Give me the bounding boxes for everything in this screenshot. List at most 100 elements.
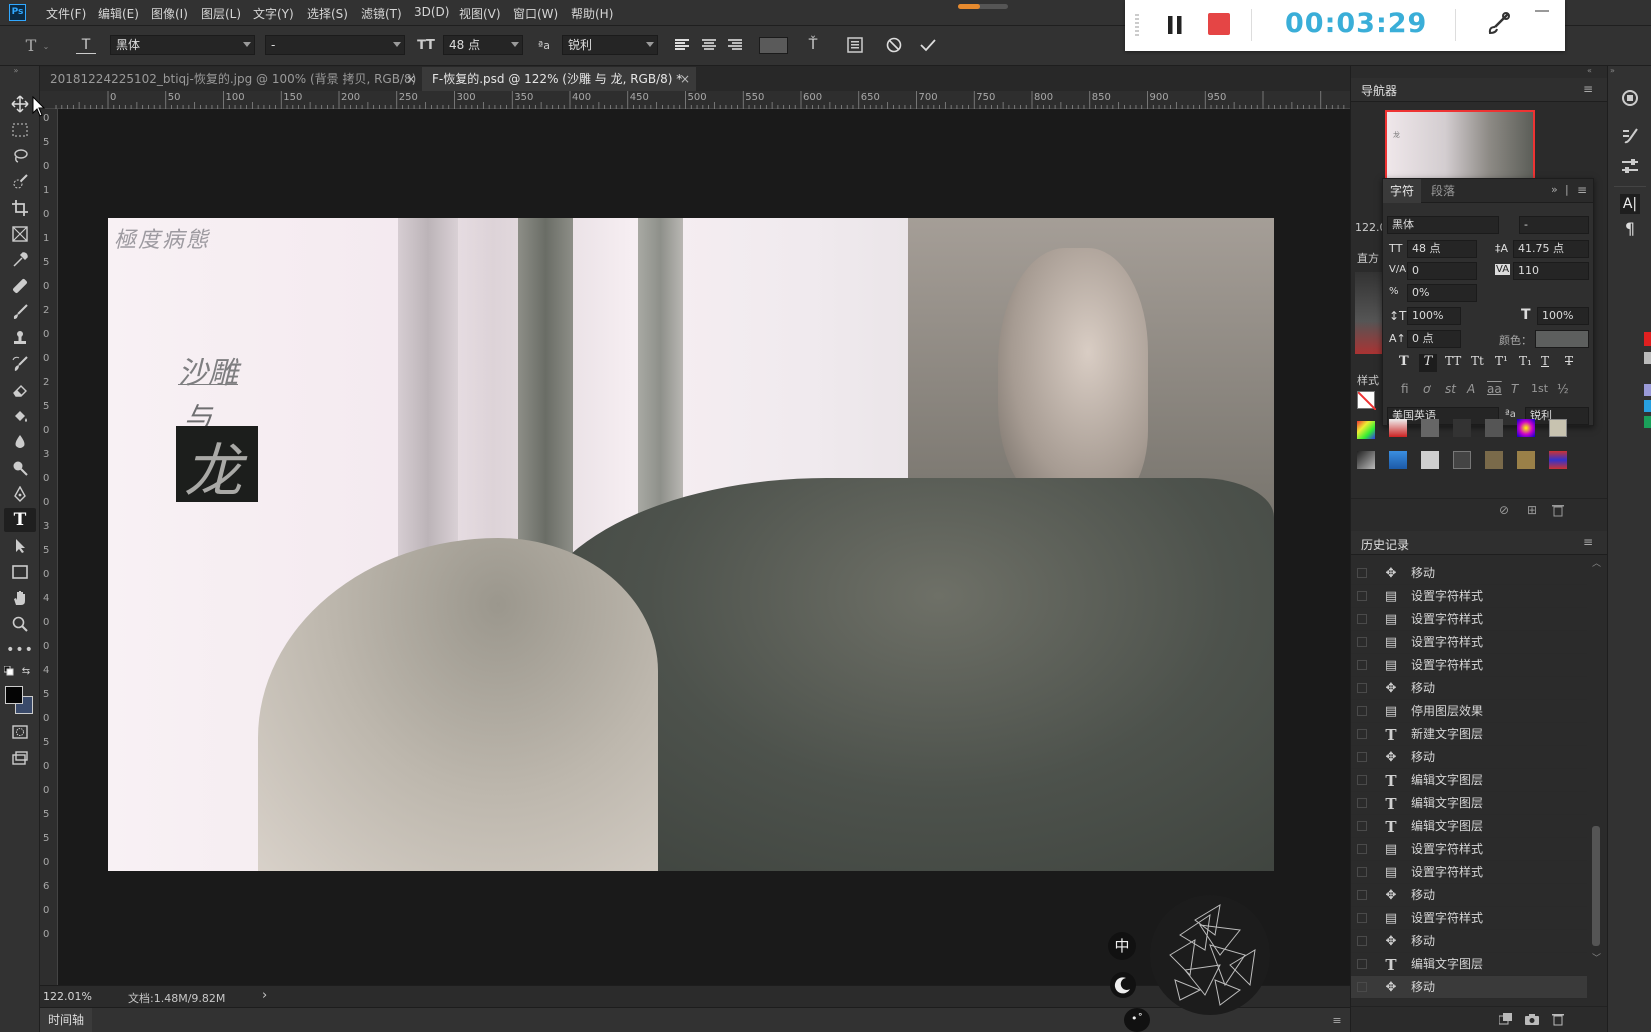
menu-select[interactable]: 选择(S) xyxy=(307,5,348,22)
style-swatch[interactable] xyxy=(1357,421,1375,439)
close-icon[interactable]: × xyxy=(406,67,416,91)
timeline-menu-icon[interactable]: ≡ xyxy=(1330,1014,1344,1027)
character-panel-icon[interactable]: A| xyxy=(1620,194,1640,214)
menu-file[interactable]: 文件(F) xyxy=(46,5,86,22)
ime-dots-button[interactable]: •˚ xyxy=(1124,1008,1150,1032)
align-center-icon[interactable] xyxy=(700,36,718,54)
char-baseline-field[interactable]: 0 点 xyxy=(1407,330,1461,348)
annotate-brush-icon[interactable] xyxy=(1485,10,1513,38)
char-font-size-field[interactable]: 48 点 xyxy=(1407,240,1477,258)
toggle-orientation-icon[interactable]: T xyxy=(76,36,96,54)
history-source-checkbox[interactable] xyxy=(1357,867,1367,877)
lasso-tool-icon[interactable] xyxy=(10,146,30,166)
ime-language-button[interactable]: 中 xyxy=(1108,932,1136,960)
preset-chevron-icon[interactable]: ⌄ xyxy=(42,42,50,51)
new-style-icon[interactable]: ⊞ xyxy=(1525,503,1539,517)
char-hscale-field[interactable]: 100% xyxy=(1537,307,1589,325)
history-source-checkbox[interactable] xyxy=(1357,913,1367,923)
history-source-checkbox[interactable] xyxy=(1357,568,1367,578)
history-item[interactable]: ▤ 设置字符样式 xyxy=(1351,861,1587,884)
warp-text-icon[interactable]: Ť xyxy=(804,36,822,54)
history-item[interactable]: T 新建文字图层 xyxy=(1351,723,1587,746)
superscript-button[interactable]: T¹ xyxy=(1495,354,1508,368)
history-source-checkbox[interactable] xyxy=(1357,775,1367,785)
quick-mask-icon[interactable] xyxy=(10,722,30,742)
menu-3d[interactable]: 3D(D) xyxy=(414,5,449,19)
eyedropper-tool-icon[interactable] xyxy=(10,250,30,270)
tab-document-1[interactable]: 20181224225102_btiqj-恢复的.jpg @ 100% (背景 … xyxy=(40,67,422,110)
blur-tool-icon[interactable] xyxy=(10,432,30,452)
style-swatch[interactable] xyxy=(1549,451,1567,469)
font-family-select[interactable]: 黑体 xyxy=(110,35,255,55)
expand-icon[interactable]: » xyxy=(1551,183,1558,196)
underline-button[interactable]: T xyxy=(1541,354,1549,368)
history-item[interactable]: ✥ 移动 xyxy=(1351,746,1587,769)
dock-collapse-icon[interactable]: « xyxy=(1587,66,1592,75)
strikethrough-button[interactable]: T xyxy=(1565,354,1573,368)
style-swatch[interactable] xyxy=(1389,451,1407,469)
history-item[interactable]: ✥ 移动 xyxy=(1351,677,1587,700)
char-leading-field[interactable]: 41.75 点 xyxy=(1513,240,1589,258)
antialias-select[interactable]: 锐利 xyxy=(562,35,658,55)
style-swatch[interactable] xyxy=(1485,451,1503,469)
char-tsume-field[interactable]: 0% xyxy=(1407,284,1477,302)
char-vscale-field[interactable]: 100% xyxy=(1407,307,1461,325)
hand-tool-icon[interactable] xyxy=(10,588,30,608)
snapshot-camera-icon[interactable] xyxy=(1525,1012,1539,1026)
more-tools-icon[interactable]: ••• xyxy=(6,640,33,660)
collapse-arrows-icon[interactable]: » xyxy=(8,66,24,75)
style-swatch[interactable] xyxy=(1517,451,1535,469)
paragraph-panel-icon[interactable]: ¶ xyxy=(1620,218,1640,238)
screen-mode-icon[interactable] xyxy=(10,748,30,768)
character-panel-toggle-icon[interactable] xyxy=(846,36,864,54)
menu-window[interactable]: 窗口(W) xyxy=(513,5,558,22)
faux-italic-button[interactable]: T xyxy=(1419,354,1437,372)
history-source-checkbox[interactable] xyxy=(1357,729,1367,739)
clear-style-icon[interactable]: ⊘ xyxy=(1497,503,1511,517)
trash-icon[interactable] xyxy=(1551,503,1565,517)
history-item[interactable]: T 编辑文字图层 xyxy=(1351,792,1587,815)
canvas-area[interactable]: 極度病態 沙雕 与 龙 xyxy=(58,109,1350,985)
rectangle-tool-icon[interactable] xyxy=(10,562,30,582)
char-tracking-field[interactable]: 110 xyxy=(1513,262,1589,280)
style-swatch[interactable] xyxy=(1389,419,1407,437)
timeline-tab[interactable]: 时间轴 xyxy=(40,1008,92,1032)
zoom-level[interactable]: 122.01% xyxy=(43,990,92,1003)
histogram-tab-label[interactable]: 直方 xyxy=(1357,250,1379,266)
align-left-icon[interactable] xyxy=(673,36,691,54)
close-icon[interactable]: × xyxy=(680,67,690,91)
history-source-checkbox[interactable] xyxy=(1357,683,1367,693)
paint-bucket-tool-icon[interactable] xyxy=(10,406,30,426)
history-source-checkbox[interactable] xyxy=(1357,959,1367,969)
navigator-title[interactable]: 导航器 xyxy=(1361,82,1397,99)
history-source-checkbox[interactable] xyxy=(1357,982,1367,992)
history-source-checkbox[interactable] xyxy=(1357,821,1367,831)
style-swatch[interactable] xyxy=(1549,419,1567,437)
history-source-checkbox[interactable] xyxy=(1357,637,1367,647)
menu-help[interactable]: 帮助(H) xyxy=(571,5,613,22)
char-kerning-field[interactable]: 0 xyxy=(1407,262,1477,280)
history-source-checkbox[interactable] xyxy=(1357,614,1367,624)
history-item[interactable]: ▤ 设置字符样式 xyxy=(1351,608,1587,631)
text-color-swatch[interactable] xyxy=(759,37,788,54)
history-item[interactable]: ✥ 移动 xyxy=(1351,930,1587,953)
style-swatch[interactable] xyxy=(1453,419,1471,437)
style-swatch[interactable] xyxy=(1357,451,1375,469)
tab-document-2[interactable]: F-恢复的.psd @ 122% (沙雕 与 龙, RGB/8) * × xyxy=(422,67,696,91)
font-size-select[interactable]: 48 点 xyxy=(443,35,523,55)
move-tool-icon[interactable] xyxy=(10,94,30,114)
menu-filter[interactable]: 滤镜(T) xyxy=(361,5,402,22)
panel-menu-icon[interactable]: ≡ xyxy=(1583,535,1593,549)
brush-settings-icon[interactable] xyxy=(1620,126,1640,146)
history-item[interactable]: ▤ 设置字符样式 xyxy=(1351,838,1587,861)
tab-character[interactable]: 字符 xyxy=(1383,179,1421,203)
style-swatch[interactable] xyxy=(1421,419,1439,437)
new-document-from-state-icon[interactable] xyxy=(1499,1012,1513,1026)
delete-state-trash-icon[interactable] xyxy=(1551,1012,1565,1026)
ime-moon-button[interactable] xyxy=(1110,972,1136,998)
char-font-style-select[interactable]: - xyxy=(1519,216,1589,234)
text-selection-box[interactable]: 龙 xyxy=(176,426,258,505)
history-item[interactable]: ✥ 移动 xyxy=(1351,884,1587,907)
history-item[interactable]: ✥ 移动 xyxy=(1351,562,1587,585)
frame-tool-icon[interactable] xyxy=(10,224,30,244)
